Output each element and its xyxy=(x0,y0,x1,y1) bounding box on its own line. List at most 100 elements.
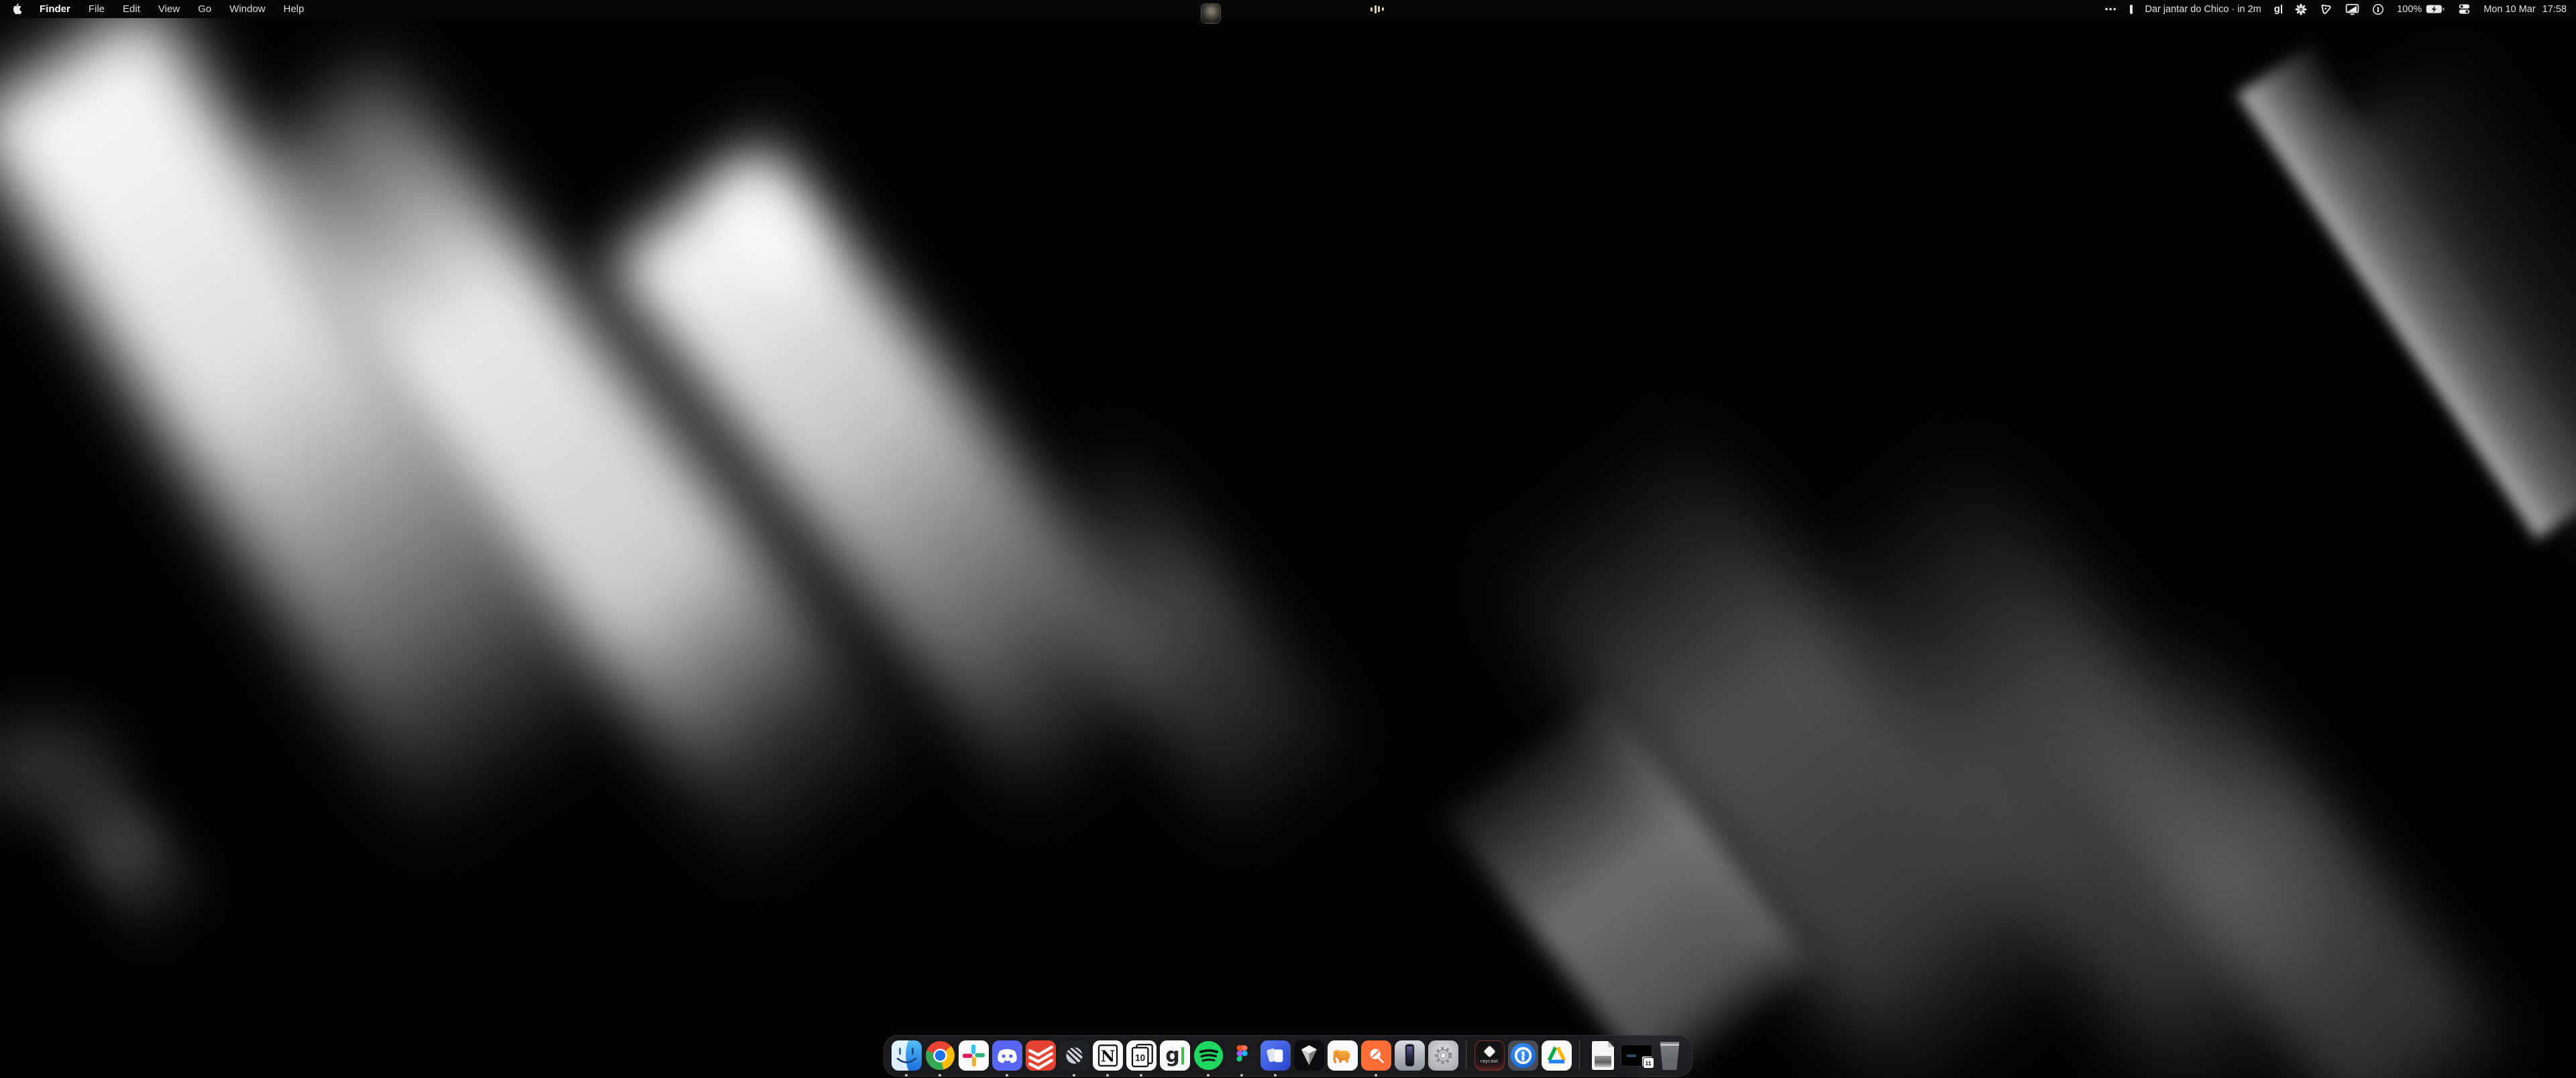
battery-percent: 100% xyxy=(2397,4,2422,15)
craft-icon xyxy=(1260,1040,1291,1071)
dock-item-postman[interactable] xyxy=(1360,1040,1392,1071)
dock-item-slack[interactable] xyxy=(957,1040,989,1071)
reminder-bar-icon[interactable] xyxy=(2130,5,2133,14)
control-center-icon[interactable] xyxy=(2458,3,2471,15)
dock-item-chrome[interactable] xyxy=(924,1040,956,1071)
google-drive-icon xyxy=(1542,1040,1572,1071)
dock-item-notion[interactable]: N xyxy=(1091,1040,1124,1071)
wallpaper-streak xyxy=(606,140,1219,846)
dock-item-3d-cube-app[interactable] xyxy=(1293,1040,1325,1071)
display-icon[interactable] xyxy=(2345,3,2359,15)
desktop: Finder File Edit View Go Window Help •••… xyxy=(0,0,2576,1078)
running-indicator xyxy=(1140,1074,1142,1077)
postman-icon xyxy=(1361,1040,1391,1071)
menu-go[interactable]: Go xyxy=(198,3,211,15)
dock-item-craft[interactable] xyxy=(1259,1040,1291,1071)
menu-window[interactable]: Window xyxy=(229,3,265,15)
dock-item-iphone-mirroring[interactable] xyxy=(1393,1040,1426,1071)
dock-item-discord[interactable] xyxy=(991,1040,1023,1071)
wallpaper-streak xyxy=(2043,622,2519,1078)
reminder-text[interactable]: Dar jantar do Chico · in 2m xyxy=(2145,4,2261,15)
dock-item-finder[interactable] xyxy=(890,1040,922,1071)
dock-item-todoist[interactable] xyxy=(1024,1040,1057,1071)
notion-icon: N xyxy=(1093,1040,1123,1071)
raycast-icon: raycast xyxy=(1474,1040,1505,1071)
menu-view[interactable]: View xyxy=(158,3,180,15)
discord-icon xyxy=(992,1040,1022,1071)
running-indicator xyxy=(905,1074,908,1077)
flower-burst-icon[interactable] xyxy=(2295,3,2307,15)
one-password-icon xyxy=(1508,1040,1538,1071)
menu-app-name[interactable]: Finder xyxy=(40,3,70,15)
dock-item-minimized-window[interactable]: 11 xyxy=(1620,1040,1652,1067)
mammoth-elephant-icon xyxy=(1328,1040,1358,1071)
granola-menubar-icon[interactable]: g xyxy=(2274,5,2282,13)
menu-edit[interactable]: Edit xyxy=(123,3,140,15)
running-indicator xyxy=(1006,1074,1008,1077)
running-indicator xyxy=(1240,1074,1243,1077)
desktop-wallpaper[interactable] xyxy=(0,0,2576,1078)
dock-item-raycast[interactable]: raycast xyxy=(1473,1040,1505,1071)
apple-menu[interactable] xyxy=(12,3,21,15)
granola-letter: g xyxy=(1165,1046,1179,1065)
notion-calendar-icon: 10 xyxy=(1126,1040,1157,1071)
document-file-icon xyxy=(1592,1041,1614,1070)
clock-time: 17:58 xyxy=(2542,4,2567,15)
dock-item-notion-calendar[interactable]: 10 xyxy=(1125,1040,1157,1071)
minimized-window-thumbnail: 11 xyxy=(1621,1044,1652,1067)
raycast-diamond xyxy=(1483,1045,1495,1057)
granola-icon: g xyxy=(1160,1040,1190,1071)
cube-3d-icon xyxy=(1294,1040,1324,1071)
running-indicator xyxy=(938,1074,941,1077)
menu-bar-status-area: ••• Dar jantar do Chico · in 2m g xyxy=(2105,3,2576,15)
wallpaper-streak xyxy=(1477,409,2097,1078)
figma-icon xyxy=(1227,1040,1257,1071)
trash-icon xyxy=(1658,1042,1682,1070)
dock-item-document[interactable] xyxy=(1587,1040,1619,1070)
menubar-overflow-button[interactable]: ••• xyxy=(2105,4,2117,14)
menu-bar-left: Finder File Edit View Go Window Help xyxy=(0,3,304,15)
notion-letter: N xyxy=(1100,1047,1114,1066)
chrome-icon xyxy=(925,1040,955,1071)
wallpaper-streak xyxy=(1766,424,2379,1078)
slack-icon xyxy=(959,1040,989,1071)
wallpaper-streak xyxy=(0,0,637,873)
running-indicator xyxy=(1274,1074,1277,1077)
menu-file[interactable]: File xyxy=(89,3,105,15)
dock-item-google-drive[interactable] xyxy=(1540,1040,1572,1071)
dock-item-system-settings[interactable] xyxy=(1427,1040,1459,1071)
dock-item-trash[interactable] xyxy=(1654,1040,1686,1070)
clock-date: Mon 10 Mar xyxy=(2483,4,2535,15)
now-playing-album-art[interactable] xyxy=(1201,3,1221,23)
menu-bar: Finder File Edit View Go Window Help •••… xyxy=(0,0,2576,18)
iphone-mirroring-icon xyxy=(1395,1040,1425,1071)
wallpaper-streak xyxy=(2332,38,2576,525)
dock-item-linear[interactable] xyxy=(1058,1040,1090,1071)
dock-item-1password[interactable] xyxy=(1507,1040,1539,1071)
dock-item-figma[interactable] xyxy=(1226,1040,1258,1071)
running-indicator xyxy=(1106,1074,1109,1077)
dock-item-spotify[interactable] xyxy=(1192,1040,1224,1071)
battery-status[interactable]: 100% xyxy=(2397,4,2445,15)
apple-logo-icon xyxy=(12,3,21,15)
dock: N 10 g xyxy=(883,1035,1693,1077)
dock-separator xyxy=(1579,1040,1580,1070)
dock-item-granola[interactable]: g xyxy=(1159,1040,1191,1071)
pick-shape-icon[interactable] xyxy=(2320,3,2332,15)
wallpaper-streak xyxy=(665,125,871,343)
linear-icon xyxy=(1059,1040,1089,1071)
todoist-icon xyxy=(1026,1040,1056,1071)
audio-visualizer-bars xyxy=(1371,0,1384,18)
battery-charging-icon xyxy=(2426,4,2445,14)
menu-help[interactable]: Help xyxy=(284,3,305,15)
wallpaper-streak xyxy=(980,416,1360,845)
one-password-menubar-icon[interactable] xyxy=(2372,3,2384,15)
menubar-clock[interactable]: Mon 10 Mar 17:58 xyxy=(2483,4,2567,15)
dock-item-mammoth[interactable] xyxy=(1326,1040,1358,1071)
running-indicator xyxy=(1073,1074,1075,1077)
wallpaper-streak xyxy=(27,741,214,949)
system-settings-icon xyxy=(1428,1040,1458,1071)
raycast-label: raycast xyxy=(1481,1058,1498,1064)
wallpaper-streak xyxy=(219,56,906,856)
finder-icon xyxy=(892,1040,922,1071)
